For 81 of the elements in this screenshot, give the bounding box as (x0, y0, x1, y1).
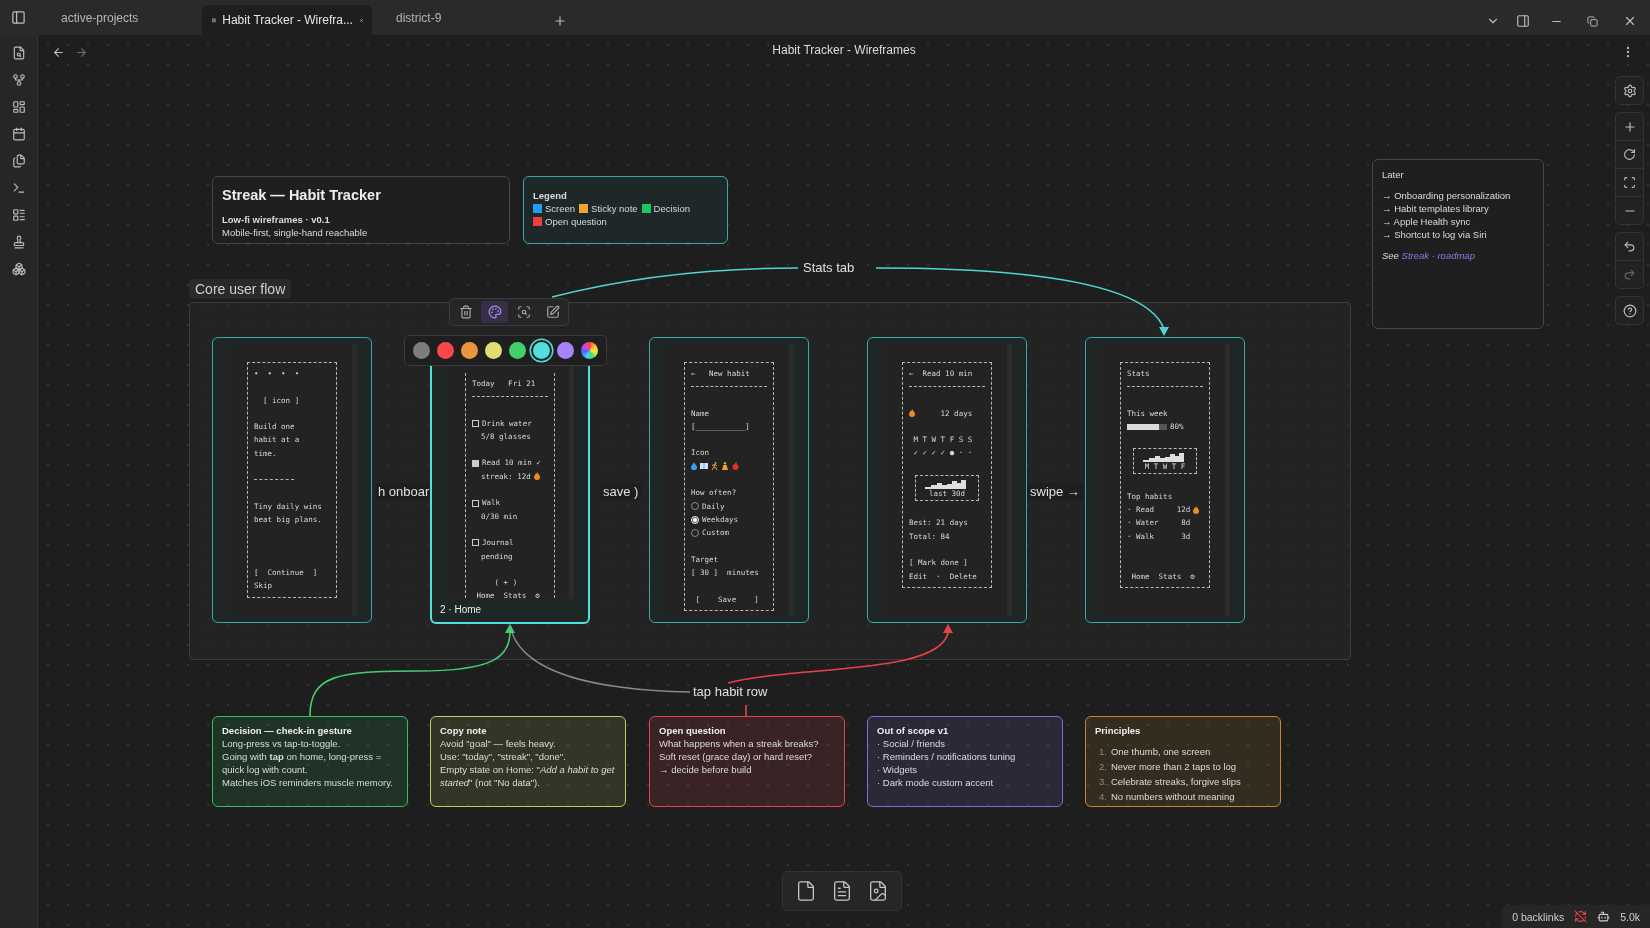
note-title: Later (1382, 168, 1405, 181)
note-file-icon[interactable] (831, 880, 853, 902)
color-swatch[interactable] (437, 342, 454, 359)
card-text: Mobile-first, single-hand reachable (222, 226, 369, 239)
note-text: → Shortcut to log via Siri (1382, 228, 1488, 241)
note-link[interactable]: Streak - roadmap (1401, 250, 1475, 261)
image-file-icon[interactable] (867, 880, 889, 902)
legend-title: Legend (533, 189, 568, 202)
note-title: Principles (1095, 725, 1142, 736)
apple-icon (732, 462, 739, 471)
color-swatch[interactable] (461, 342, 478, 359)
edge-label: swipe → (1027, 483, 1083, 500)
note-text: Going with tap on home, long-press = quick log with count. (222, 750, 383, 776)
list-number: 1. (1099, 745, 1107, 759)
legend-label: Open question (545, 215, 607, 228)
note-title: Out of scope v1 (877, 725, 950, 736)
color-swatch[interactable] (485, 342, 502, 359)
note-text: Empty state on Home: "Add a habit to get started" (not "No data"). (440, 763, 616, 789)
note-text: Use: "today", "streak", "done". (440, 750, 567, 763)
runner-icon (711, 462, 718, 471)
note-text: Never more than 2 taps to log (1110, 760, 1237, 774)
tab-label: district-9 (396, 11, 443, 25)
view-title: Habit Tracker - Wireframes (772, 43, 916, 57)
card-title: Streak — Habit Tracker (222, 187, 382, 203)
note-text: · Reminders / notifications tuning (877, 750, 1017, 763)
color-swatch[interactable] (413, 342, 430, 359)
legend-label: Sticky note (591, 202, 638, 215)
edge-label: tap habit row (690, 683, 771, 700)
note-text: See Streak - roadmap (1382, 249, 1476, 262)
tab[interactable]: active-projects (37, 4, 202, 32)
group-label: Core user flow (189, 279, 292, 299)
custom-color-swatch[interactable] (581, 342, 598, 359)
file-icon[interactable] (795, 880, 817, 902)
legend-label: Screen (545, 202, 576, 215)
note-text: No numbers without meaning (1110, 790, 1235, 804)
backlinks-count: 0 backlinks (1512, 910, 1565, 923)
tab-label: Habit Tracker - Wirefra... (222, 13, 353, 27)
note-text: One thumb, one screen (1110, 745, 1211, 759)
palette-icon (487, 305, 502, 319)
screen-caption: 2 · Home (439, 603, 483, 617)
note-title: Open question (659, 725, 727, 736)
sparkline-drawing (925, 478, 969, 490)
trash-icon (458, 305, 473, 319)
card-subtitle: Low-fi wireframes · v0.1 (222, 213, 331, 226)
note-text: · Widgets (877, 763, 919, 776)
drop-icon (691, 462, 697, 471)
note-text: → decide before build (659, 763, 753, 776)
note-text: Avoid "goal" — feels heavy. (440, 737, 557, 750)
word-count: 5.0k (1620, 910, 1640, 923)
note-text: → Apple Health sync (1382, 215, 1472, 228)
note-text: Celebrate streaks, forgive slips (1110, 775, 1241, 789)
zoom-icon (516, 305, 531, 319)
color-swatch[interactable] (533, 342, 550, 359)
note-text: What happens when a streak breaks? (659, 737, 820, 750)
note-text: → Onboarding personalization (1382, 189, 1512, 202)
note-title: Decision — check-in gesture (222, 725, 353, 736)
tab[interactable]: district-9 (372, 4, 537, 32)
color-button[interactable] (481, 301, 508, 323)
note-text: Soft reset (grace day) or hard reset? (659, 750, 814, 763)
list-number: 2. (1099, 760, 1107, 774)
note-text: · Dark mode custom accent (877, 776, 995, 789)
person-icon (721, 462, 729, 471)
note-title: Copy note (440, 725, 488, 736)
tab-label: active-projects (61, 11, 140, 25)
book-icon (700, 463, 708, 470)
color-swatch[interactable] (557, 342, 574, 359)
note-text: → Habit templates library (1382, 202, 1490, 215)
list-number: 4. (1099, 790, 1107, 804)
edge-label: h onboar (375, 483, 433, 500)
edge-label: save ) (600, 483, 642, 500)
sparkline-drawing (1143, 451, 1187, 463)
note-text: Matches iOS reminders muscle memory. (222, 776, 394, 789)
sync-off-icon[interactable] (1574, 910, 1588, 923)
list-number: 3. (1099, 775, 1107, 789)
note-text: Long-press vs tap-to-toggle. (222, 737, 342, 750)
robot-icon[interactable] (1597, 910, 1611, 923)
pencil-icon (545, 305, 560, 319)
note-text: · Social / friends (877, 737, 947, 750)
tab[interactable]: Habit Tracker - Wirefra... (202, 5, 372, 35)
color-swatch[interactable] (509, 342, 526, 359)
legend-label: Decision (653, 202, 690, 215)
